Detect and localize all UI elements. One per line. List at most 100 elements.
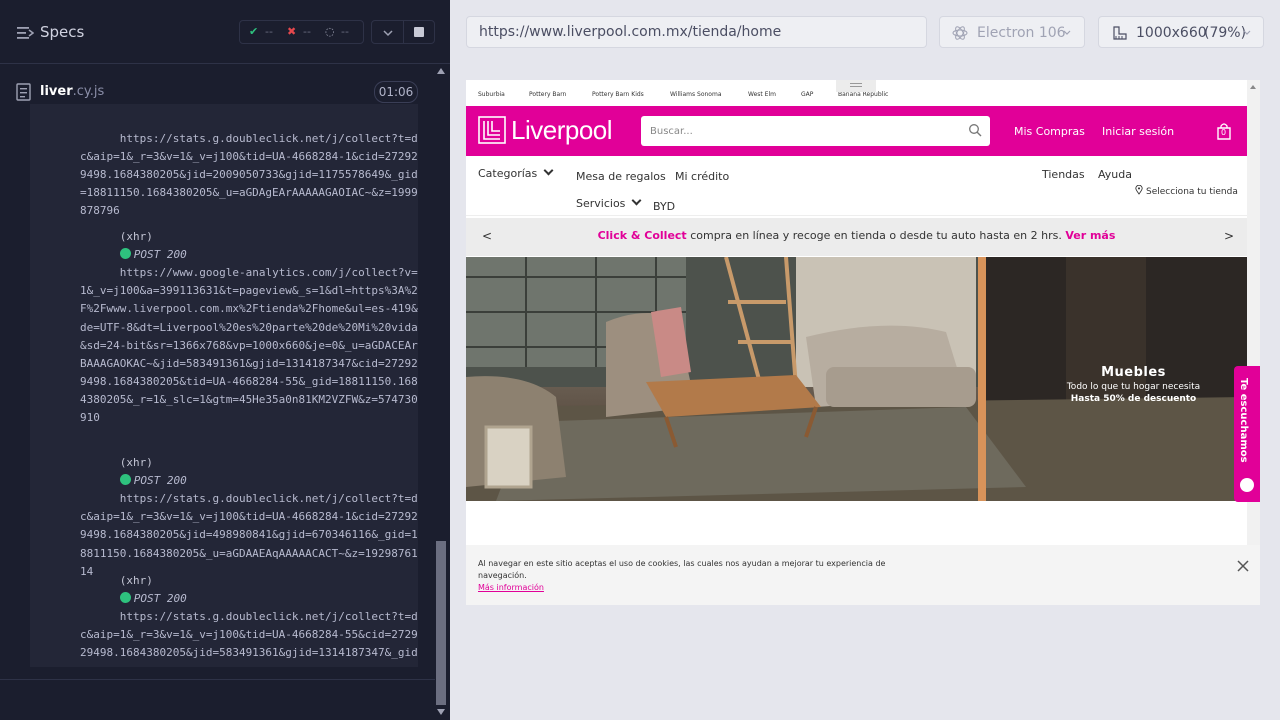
hero-subtitle: Todo lo que tu hogar necesita [1066, 382, 1201, 392]
passed-check-icon: ✔ [249, 25, 259, 38]
scroll-up-arrow-icon[interactable] [437, 68, 445, 74]
log-method: POST 200 [133, 474, 187, 488]
nav-categorias[interactable]: Categorías [478, 165, 554, 180]
log-method: POST 200 [133, 248, 187, 262]
ruler-icon [1113, 26, 1127, 40]
brand-link[interactable]: Banana Republic [838, 91, 888, 98]
pending-count: -- [341, 25, 349, 38]
cookie-text: Al navegar en este sitio aceptas el uso … [478, 559, 886, 580]
viewport-selector[interactable]: 1000x660 (79%) [1098, 16, 1264, 48]
divider [403, 21, 404, 43]
command-log: https://stats.g.doubleclick.net/j/collec… [30, 104, 418, 667]
scroll-thumb[interactable] [436, 541, 446, 705]
top-brands-bar: Suburbia Pottery Barn Pottery Barn Kids … [466, 80, 1247, 106]
test-stats: ✔ -- ✖ -- ◌ -- [239, 20, 364, 44]
run-timer: 01:06 [374, 81, 418, 103]
scroll-down-arrow-icon[interactable] [437, 709, 445, 715]
log-prefix: (xhr) [119, 230, 153, 244]
brand-link[interactable]: Williams Sonoma [670, 91, 722, 98]
hero-title: Muebles [1101, 365, 1166, 380]
brand-link[interactable]: Pottery Barn [529, 91, 566, 98]
log-method: POST 200 [133, 592, 187, 606]
promo-next-arrow[interactable]: > [1224, 229, 1234, 243]
log-entry[interactable]: (xhr) POST 200 https://stats.g.doublecli… [80, 554, 418, 667]
specs-label[interactable]: Specs [40, 23, 84, 41]
viewport-zoom: (79%) [1204, 25, 1247, 41]
promo-highlight: Click & Collect [597, 229, 687, 242]
scroll-up-arrow-icon[interactable] [1250, 85, 1256, 89]
success-dot-icon [119, 474, 131, 486]
cookie-more-info-link[interactable]: Más información [478, 583, 544, 592]
nav-mi-credito[interactable]: Mi crédito [675, 170, 729, 183]
liverpool-logo-text[interactable]: Liverpool [511, 115, 613, 146]
cypress-runner-panel: Specs ✔ -- ✖ -- ◌ -- liver.cy.js 01:06 h… [0, 0, 450, 720]
nav-byd[interactable]: BYD [653, 200, 675, 213]
shopping-bag-icon[interactable]: 0 [1216, 122, 1232, 140]
close-icon[interactable] [1236, 559, 1250, 573]
spec-file-name: liver.cy.js [40, 84, 105, 99]
stop-icon[interactable] [414, 27, 424, 37]
nav-ayuda[interactable]: Ayuda [1098, 168, 1132, 181]
select-store-link[interactable]: Selecciona tu tienda [1135, 184, 1238, 197]
site-scrollbar[interactable] [1247, 80, 1260, 605]
nav-tiendas[interactable]: Tiendas [1042, 168, 1085, 181]
chat-bubble-icon [1240, 478, 1254, 492]
hero-banner[interactable]: Muebles Todo lo que tu hogar necesita Ha… [466, 257, 1247, 501]
chevron-down-icon [631, 195, 642, 206]
failed-count: -- [303, 25, 311, 38]
chevron-down-icon [543, 165, 554, 176]
runner-header: Specs ✔ -- ✖ -- ◌ -- [0, 0, 450, 64]
browser-selector[interactable]: Electron 106 [939, 16, 1085, 48]
cookie-banner: Al navegar en este sitio aceptas el uso … [466, 545, 1260, 605]
viewport-size: 1000x660 [1136, 25, 1207, 41]
nav-mesa-regalos[interactable]: Mesa de regalos [576, 170, 666, 183]
success-dot-icon [119, 592, 131, 604]
feedback-label: Te escuchamos [1238, 378, 1249, 463]
bag-count: 0 [1221, 128, 1227, 137]
promo-link[interactable]: Ver más [1065, 229, 1115, 242]
hero-discount: Hasta 50% de descuento [1070, 394, 1197, 404]
iniciar-sesion-link[interactable]: Iniciar sesión [1102, 125, 1174, 138]
promo-body: compra en línea y recoge en tienda o des… [686, 229, 1066, 242]
brand-link[interactable]: GAP [801, 91, 813, 98]
aut-iframe: Suburbia Pottery Barn Pottery Barn Kids … [466, 80, 1260, 605]
search-icon[interactable] [968, 123, 982, 137]
runner-controls [371, 20, 435, 44]
mis-compras-link[interactable]: Mis Compras [1014, 125, 1085, 138]
feedback-tab[interactable]: Te escuchamos [1234, 366, 1260, 502]
site-nav: Categorías Mesa de regalos Mi crédito Se… [466, 156, 1247, 216]
log-scrollbar[interactable] [435, 65, 448, 720]
promo-banner: < Click & Collect compra en línea y reco… [466, 218, 1247, 256]
specs-menu-icon[interactable] [16, 24, 34, 42]
location-pin-icon [1135, 184, 1143, 195]
chevron-down-icon[interactable] [381, 26, 395, 40]
divider [0, 679, 435, 680]
search-input[interactable]: Buscar... [641, 116, 990, 146]
failed-x-icon: ✖ [287, 25, 297, 38]
log-url: https://stats.g.doubleclick.net/j/collec… [80, 132, 418, 218]
chevron-down-icon [1243, 30, 1251, 35]
brand-link[interactable]: Suburbia [478, 91, 505, 98]
aut-url-bar[interactable]: https://www.liverpool.com.mx/tienda/home [466, 16, 927, 48]
chevron-down-icon [1063, 30, 1071, 35]
passed-count: -- [265, 25, 273, 38]
pending-spinner-icon: ◌ [325, 25, 335, 38]
log-entry[interactable]: (xhr) POST 200 https://www.google-analyt… [80, 210, 418, 445]
log-prefix: (xhr) [119, 574, 153, 588]
liverpool-logo-icon[interactable] [478, 116, 506, 144]
promo-text: Click & Collect compra en línea y recoge… [466, 229, 1247, 242]
brand-link[interactable]: Pottery Barn Kids [592, 91, 644, 98]
browser-label: Electron 106 [977, 25, 1066, 41]
hero-text: Muebles Todo lo que tu hogar necesita Ha… [1026, 365, 1241, 404]
log-url: https://stats.g.doubleclick.net/j/collec… [80, 610, 418, 667]
log-prefix: (xhr) [119, 456, 153, 470]
search-placeholder: Buscar... [650, 126, 693, 137]
document-icon [16, 83, 31, 101]
nav-servicios[interactable]: Servicios [576, 195, 642, 210]
success-dot-icon [119, 248, 131, 260]
brand-link[interactable]: West Elm [748, 91, 776, 98]
site-header: Liverpool Buscar... Mis Compras Iniciar … [466, 106, 1247, 156]
electron-icon [952, 26, 968, 40]
log-url: https://www.google-analytics.com/j/colle… [80, 266, 418, 425]
drag-handle[interactable] [836, 80, 876, 92]
